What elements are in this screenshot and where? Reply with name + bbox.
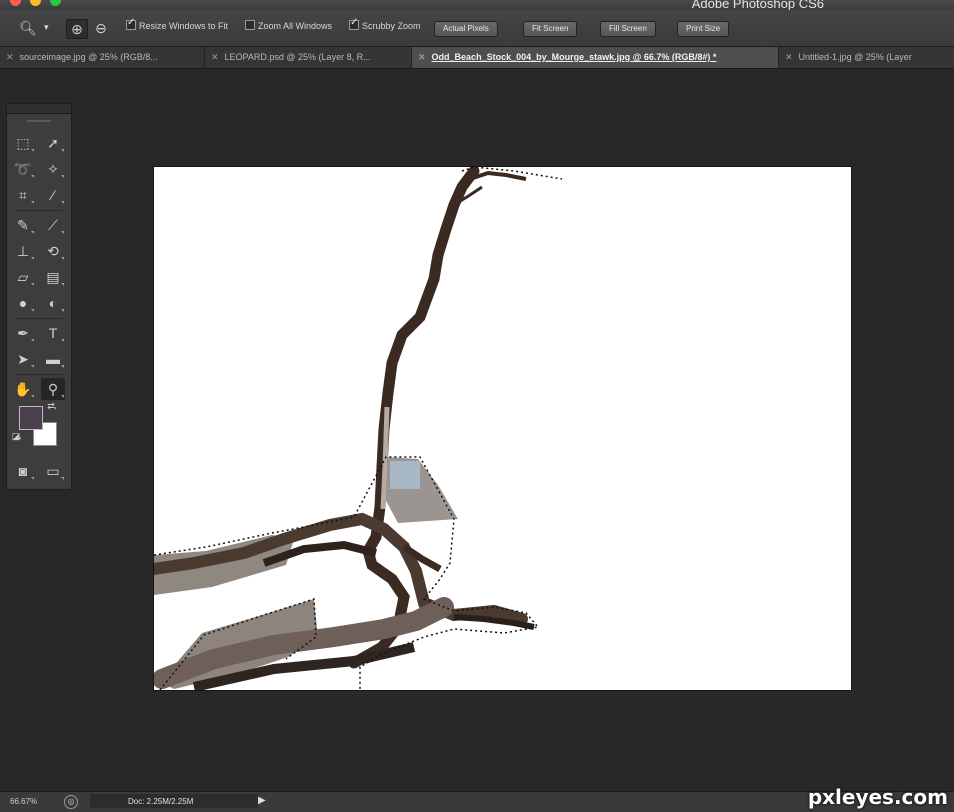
resize-windows-check[interactable] [126,17,136,30]
brush-icon[interactable]: ⟋ [41,214,65,236]
print-size-button[interactable]: Print Size [677,21,730,37]
zoom-level[interactable]: 66.67% [10,797,37,806]
clone-stamp-icon[interactable]: ⊥ [11,240,35,262]
options-bar: 🔍︎ ▾ ⊕ ⊖ Resize Windows to Fit Zoom All … [0,10,954,47]
move-icon[interactable]: ➚ [41,132,65,154]
zoom-all-check[interactable] [245,20,255,30]
tool-separator [15,318,63,319]
tab-untitled-1[interactable]: ✕ Untitled-1.jpg @ 25% (Layer [779,47,954,68]
document-canvas[interactable] [154,167,851,690]
eraser-icon[interactable]: ▱ [11,266,35,288]
screen-mode-icon[interactable]: ▭ [41,460,65,482]
tools-panel: ⬚ ➚ ➰ ✧ ⌗ ⁄ ✎ ⟋ ⊥ ⟲ ▱ ▤ ● ◐ ✒ T ➤ ▬ ✋ ⚲ … [6,103,72,490]
dodge-icon[interactable]: ◐ [41,292,65,314]
healing-brush-icon[interactable]: ✎ [11,214,35,236]
gradient-icon[interactable]: ▤ [41,266,65,288]
hand-icon[interactable]: ✋ [11,378,35,400]
zoom-all-windows-checkbox[interactable]: Zoom All Windows [245,20,332,31]
lasso-icon[interactable]: ➰ [11,158,35,180]
scrubby-zoom-label: Scrubby Zoom [362,21,421,31]
sky-patch [390,461,420,489]
actual-pixels-button[interactable]: Actual Pixels [434,21,498,37]
branch-image [154,167,563,690]
tools-panel-grip[interactable] [27,120,51,122]
resize-windows-label: Resize Windows to Fit [139,21,229,31]
rectangular-marquee-icon[interactable]: ⬚ [11,132,35,154]
scrubby-zoom-checkbox[interactable]: Scrubby Zoom [349,17,421,31]
watermark: pxleyes.com [807,785,948,809]
zoom-window-button[interactable] [50,0,61,6]
default-colors-icon[interactable]: ◪ [10,430,22,442]
zoom-all-label: Zoom All Windows [258,21,333,31]
close-tab-icon[interactable]: ✕ [211,52,219,62]
scrubby-zoom-check[interactable] [349,17,359,30]
tab-label: Odd_Beach_Stock_004_by_Mourge_stawk.jpg … [431,52,717,62]
document-tabs: ✕ sourceimage.jpg @ 25% (RGB/8... ✕ LEOPAR… [0,47,954,69]
status-menu-arrow-icon[interactable]: ▶ [258,795,266,806]
fill-screen-button[interactable]: Fill Screen [600,21,656,37]
zoom-icon[interactable]: ⚲ [41,378,65,400]
rectangle-shape-icon[interactable]: ▬ [41,348,65,370]
tab-label: sourceimage.jpg @ 25% (RGB/8... [19,52,158,62]
fit-screen-button[interactable]: Fit Screen [523,21,578,37]
eyedropper-icon[interactable]: ⁄ [41,184,65,206]
zoom-in-icon[interactable]: ⊕ [66,19,88,39]
zoom-tool-preset-icon[interactable]: 🔍︎ [18,19,38,37]
history-brush-icon[interactable]: ⟲ [41,240,65,262]
blur-icon[interactable]: ● [11,292,35,314]
quick-mask-icon[interactable]: ◙ [11,460,35,482]
tool-separator [15,374,63,375]
tool-separator [15,210,63,211]
swap-colors-icon[interactable]: ⇄ [45,400,57,412]
zoom-out-icon[interactable]: ⊖ [91,19,111,37]
close-tab-icon[interactable]: ✕ [785,52,793,62]
trunk [348,167,480,669]
foreground-color-swatch[interactable] [19,406,43,430]
type-icon[interactable]: T [41,322,65,344]
info-icon[interactable]: ◎ [64,795,78,809]
tab-leopard[interactable]: ✕ LEOPARD.psd @ 25% (Layer 8, R... [205,47,412,68]
close-window-button[interactable] [10,0,21,6]
tool-preset-dropdown-icon[interactable]: ▾ [44,22,49,33]
tab-label: Untitled-1.jpg @ 25% (Layer [798,52,912,62]
document-size: Doc: 2.25M/2.25M [128,797,194,806]
pen-icon[interactable]: ✒ [11,322,35,344]
path-selection-icon[interactable]: ➤ [11,348,35,370]
resize-windows-checkbox[interactable]: Resize Windows to Fit [126,17,229,31]
tools-panel-header[interactable] [7,104,71,114]
close-tab-icon[interactable]: ✕ [418,52,426,62]
crop-icon[interactable]: ⌗ [11,184,35,206]
tab-odd-beach-stock[interactable]: ✕ Odd_Beach_Stock_004_by_Mourge_stawk.jpg… [412,47,779,68]
minimize-window-button[interactable] [30,0,41,6]
tab-label: LEOPARD.psd @ 25% (Layer 8, R... [224,52,371,62]
magic-wand-icon[interactable]: ✧ [41,158,65,180]
tab-sourceimage[interactable]: ✕ sourceimage.jpg @ 25% (RGB/8... [0,47,205,68]
close-tab-icon[interactable]: ✕ [6,52,14,62]
title-bar: Adobe Photoshop CS6 [0,0,954,11]
